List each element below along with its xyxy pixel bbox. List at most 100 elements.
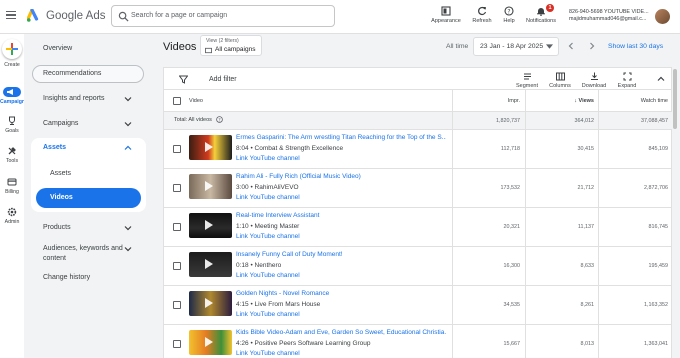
rail-item-admin[interactable]: Admin [0, 207, 24, 225]
row-checkbox[interactable] [173, 145, 181, 153]
search-input[interactable]: Search for a page or campaign [111, 5, 335, 27]
play-icon [205, 259, 213, 269]
chevron-up-icon[interactable] [124, 144, 132, 152]
row-checkbox[interactable] [173, 301, 181, 309]
appearance-button[interactable]: Appearance [430, 6, 462, 24]
nav-assets-sub[interactable]: Assets [50, 170, 71, 177]
column-header-impressions[interactable]: Impr. [454, 98, 520, 104]
search-icon [118, 11, 129, 22]
video-title[interactable]: Real-time Interview Assistant [236, 212, 446, 219]
video-channel: Combat & Strength Excellence [254, 145, 344, 152]
segment-button[interactable]: Segment [515, 72, 539, 89]
row-watch-time: 816,745 [648, 224, 669, 230]
video-duration: 8:04 [236, 145, 249, 152]
nav-change-history[interactable]: Change history [43, 274, 90, 281]
chevron-left-icon[interactable] [567, 42, 575, 50]
table-row[interactable]: Insanely Funny Call of Duty Moment! 0:18… [164, 247, 673, 286]
chevron-down-icon[interactable] [124, 245, 132, 253]
row-impressions: 173,532 [500, 185, 521, 191]
tools-icon [8, 147, 16, 155]
nav-products[interactable]: Products [43, 224, 71, 231]
chevron-down-icon[interactable] [124, 120, 132, 128]
videos-table-panel: Add filter Segment Columns Download Expa… [163, 67, 673, 358]
link-youtube-channel[interactable]: Link YouTube channel [236, 233, 300, 240]
row-checkbox[interactable] [173, 262, 181, 270]
view-selector[interactable]: View (2 filters) All campaigns [200, 35, 262, 56]
column-header-watch-time[interactable]: Watch time [600, 98, 668, 104]
nav-overview[interactable]: Overview [43, 45, 72, 52]
video-thumbnail[interactable] [189, 330, 232, 355]
video-title[interactable]: Rahim Ali - Fully Rich (Official Music V… [236, 173, 446, 180]
nav-assets[interactable]: Assets [43, 144, 66, 151]
table-row[interactable]: Ermes Gasparini: The Arm wrestling Titan… [164, 130, 673, 169]
video-title[interactable]: Kids Bible Video-Adam and Eve, Garden So… [236, 329, 446, 336]
link-youtube-channel[interactable]: Link YouTube channel [236, 350, 300, 357]
chevron-up-icon[interactable] [657, 75, 665, 83]
table-row[interactable]: Kids Bible Video-Adam and Eve, Garden So… [164, 325, 673, 358]
nav-recommendations[interactable]: Recommendations [32, 65, 144, 83]
video-channel: Live From Mars House [254, 301, 321, 308]
refresh-button[interactable]: Refresh [470, 6, 494, 24]
date-range-picker[interactable]: 23 Jan - 18 Apr 2025 [473, 37, 559, 56]
column-header-views[interactable]: ↓ Views [527, 98, 594, 104]
show-last-30-days-link[interactable]: Show last 30 days [608, 43, 663, 50]
video-title[interactable]: Golden Nights - Novel Romance [236, 290, 446, 297]
video-duration: 3:00 [236, 184, 249, 191]
video-thumbnail[interactable] [189, 291, 232, 316]
video-duration: 4:26 [236, 340, 249, 347]
filter-icon[interactable] [179, 75, 188, 84]
video-thumbnail[interactable] [189, 174, 232, 199]
rail-tools-label: Tools [5, 158, 19, 164]
add-filter-button[interactable]: Add filter [209, 76, 237, 83]
nav-audiences[interactable]: Audiences, keywords and content [43, 244, 123, 264]
row-impressions: 112,718 [500, 146, 520, 152]
notifications-button[interactable]: 1 Notifications [522, 4, 560, 24]
video-thumbnail[interactable] [189, 213, 232, 238]
video-channel: RahimAliVEVO [254, 184, 299, 191]
scrollbar-thumb[interactable] [673, 69, 677, 129]
table-row[interactable]: Real-time Interview Assistant 1:10 • Mee… [164, 208, 673, 247]
rail-item-goals[interactable]: Goals [0, 116, 24, 134]
create-button[interactable] [2, 39, 22, 59]
chevron-right-icon[interactable] [588, 42, 596, 50]
chevron-down-icon[interactable] [124, 95, 132, 103]
rail-item-billing[interactable]: Billing [0, 177, 24, 195]
nav-insights[interactable]: Insights and reports [43, 95, 104, 102]
video-thumbnail[interactable] [189, 135, 232, 160]
menu-icon[interactable] [6, 11, 16, 20]
row-checkbox[interactable] [173, 223, 181, 231]
row-checkbox[interactable] [173, 340, 181, 348]
column-header-video[interactable]: Video [189, 98, 203, 104]
google-ads-logo-icon[interactable] [27, 9, 41, 23]
nav-videos[interactable]: Videos [36, 188, 141, 208]
video-title[interactable]: Ermes Gasparini: The Arm wrestling Titan… [236, 134, 446, 141]
link-youtube-channel[interactable]: Link YouTube channel [236, 311, 300, 318]
total-views: 364,012 [574, 118, 595, 124]
select-all-checkbox[interactable] [173, 97, 181, 105]
account-info[interactable]: 826-940-5698 YOUTUBE VIDE... majidmuhamm… [569, 9, 651, 23]
link-youtube-channel[interactable]: Link YouTube channel [236, 194, 300, 201]
download-button[interactable]: Download [580, 72, 608, 89]
rail-item-campaigns[interactable]: Campaigns [0, 87, 28, 105]
expand-button[interactable]: Expand [615, 72, 639, 89]
table-row[interactable]: Rahim Ali - Fully Rich (Official Music V… [164, 169, 673, 208]
video-thumbnail[interactable] [189, 252, 232, 277]
top-bar: Google Ads Search for a page or campaign… [0, 0, 680, 34]
video-duration: 4:15 [236, 301, 249, 308]
logo-text[interactable]: Google Ads [46, 10, 105, 22]
segment-icon [523, 73, 531, 80]
video-title[interactable]: Insanely Funny Call of Duty Moment! [236, 251, 446, 258]
columns-button[interactable]: Columns [548, 72, 572, 89]
avatar[interactable] [655, 9, 670, 24]
link-youtube-channel[interactable]: Link YouTube channel [236, 272, 300, 279]
row-checkbox[interactable] [173, 184, 181, 192]
help-button[interactable]: ? Help [500, 6, 518, 24]
help-icon[interactable]: ? [216, 116, 223, 123]
link-youtube-channel[interactable]: Link YouTube channel [236, 155, 300, 162]
chevron-down-icon[interactable] [124, 224, 132, 232]
campaigns-icon [3, 87, 21, 97]
rail-item-tools[interactable]: Tools [0, 146, 24, 164]
scrollbar[interactable] [672, 67, 678, 358]
nav-campaigns[interactable]: Campaigns [43, 120, 78, 127]
table-row[interactable]: Golden Nights - Novel Romance 4:15 • Liv… [164, 286, 673, 325]
